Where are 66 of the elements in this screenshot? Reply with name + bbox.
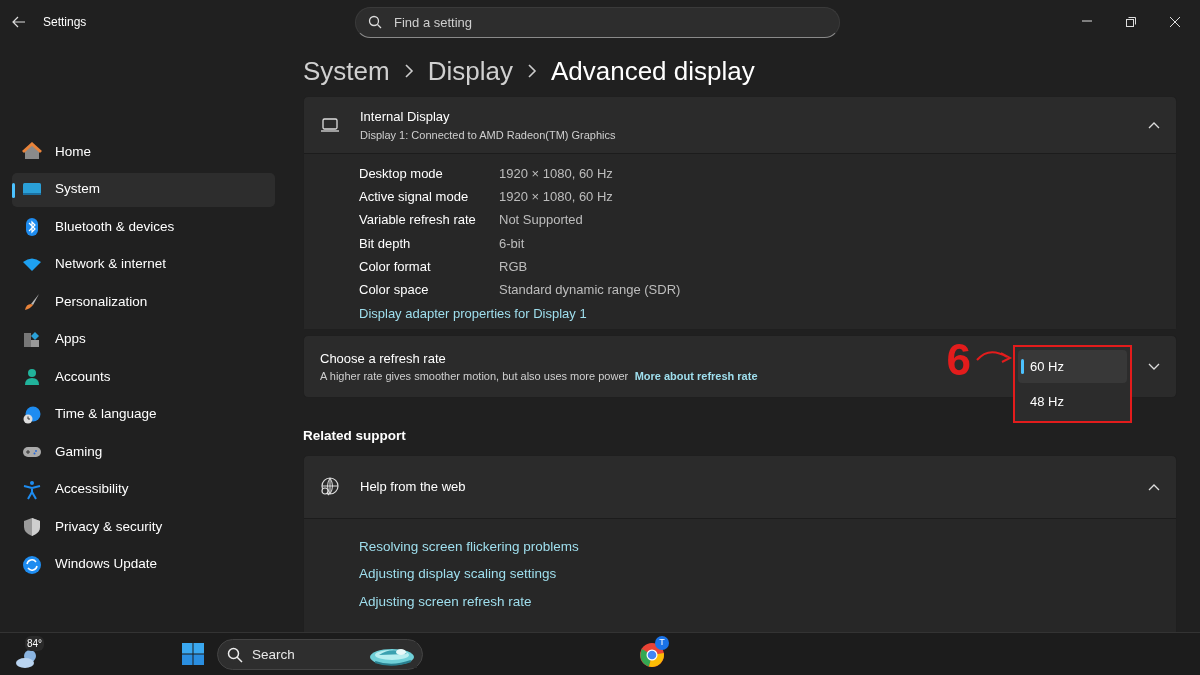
search-icon	[227, 647, 243, 663]
property-label: Desktop mode	[359, 164, 444, 183]
sidebar-item[interactable]: Accounts	[12, 360, 275, 394]
property-label: Color space	[359, 281, 430, 300]
temperature: 84°	[25, 636, 45, 651]
sidebar-item[interactable]: Personalization	[12, 285, 275, 319]
property-label: Variable refresh rate	[359, 211, 477, 230]
web-search-icon	[320, 476, 340, 497]
chevron-icon	[526, 64, 537, 78]
setting-description: A higher rate gives smoother motion, but also uses more power	[320, 369, 629, 385]
search-icon	[368, 15, 382, 29]
globe-clock-icon	[22, 404, 42, 425]
update-icon	[22, 554, 42, 575]
card-title: Internal Display	[360, 108, 451, 126]
sidebar-item[interactable]: Gaming	[12, 435, 275, 469]
person-icon	[22, 367, 42, 387]
sidebar-item[interactable]: Privacy & security	[12, 510, 275, 544]
back-icon[interactable]	[12, 16, 26, 28]
property-value: Not Supported	[499, 211, 583, 230]
breadcrumb-item: Advanced display	[550, 54, 755, 88]
card-title: Help from the web	[360, 477, 467, 496]
sidebar-item[interactable]: Network & internet	[12, 247, 275, 282]
window-title: Settings	[43, 14, 87, 31]
dropdown-option[interactable]: 48 Hz	[1018, 385, 1127, 419]
property-label: Active signal mode	[359, 188, 470, 207]
property-value: RGB	[499, 258, 528, 277]
settings-search-field[interactable]: Find a setting	[355, 7, 840, 38]
chevron-icon[interactable]	[1148, 121, 1160, 129]
chevron-icon	[403, 64, 414, 78]
adapter-link[interactable]: Display adapter properties for Display 1	[359, 303, 587, 324]
help-link[interactable]: Adjusting display scaling settings	[359, 564, 1176, 592]
laptop-icon	[320, 117, 340, 133]
accessibility-icon	[22, 479, 42, 500]
property-label: Bit depth	[359, 234, 412, 253]
property-label: Color format	[359, 258, 432, 277]
refresh-rate-link[interactable]: More about refresh rate	[634, 368, 758, 385]
apps-icon	[22, 329, 42, 350]
help-link[interactable]: Adjusting screen refresh rate	[359, 591, 1176, 620]
sidebar-item[interactable]: Bluetooth & devices	[12, 210, 275, 244]
property-value: Standard dynamic range (SDR)	[499, 281, 681, 300]
profile-badge: T	[655, 636, 669, 650]
sidebar-item[interactable]: Apps	[12, 322, 275, 357]
sidebar-item[interactable]: System	[12, 172, 275, 207]
setting-title: Choose a refresh rate	[320, 349, 447, 368]
sidebar-item[interactable]: Time & language	[12, 397, 275, 432]
step-number: 6	[946, 338, 971, 383]
arrow-icon	[975, 348, 1013, 365]
chevron-icon[interactable]	[1148, 482, 1160, 491]
property-value: 1920 × 1080, 60 Hz	[499, 188, 613, 207]
sidebar-item[interactable]: Accessibility	[12, 472, 275, 507]
property-value: 1920 × 1080, 60 Hz	[499, 164, 613, 183]
sidebar-item[interactable]: Home	[12, 135, 275, 169]
section-heading: Related support	[303, 427, 407, 446]
sidebar-item[interactable]: Windows Update	[12, 547, 275, 582]
breadcrumb-item[interactable]: System	[303, 51, 390, 91]
chevron-icon[interactable]	[1148, 362, 1160, 371]
help-link[interactable]: Resolving screen flickering problems	[359, 536, 1176, 565]
home-icon	[22, 142, 42, 162]
close-icon[interactable]	[1168, 16, 1181, 28]
card-subtitle: Display 1: Connected to AMD Radeon(TM) Graphics	[360, 127, 617, 143]
breadcrumb-item[interactable]: Display	[427, 51, 513, 91]
property-value: 6-bit	[499, 234, 525, 253]
dropdown-option[interactable]: 60 Hz	[1018, 350, 1127, 384]
start-icon[interactable]	[181, 642, 205, 666]
shield-icon	[22, 517, 42, 537]
restore-icon[interactable]	[1124, 16, 1137, 28]
